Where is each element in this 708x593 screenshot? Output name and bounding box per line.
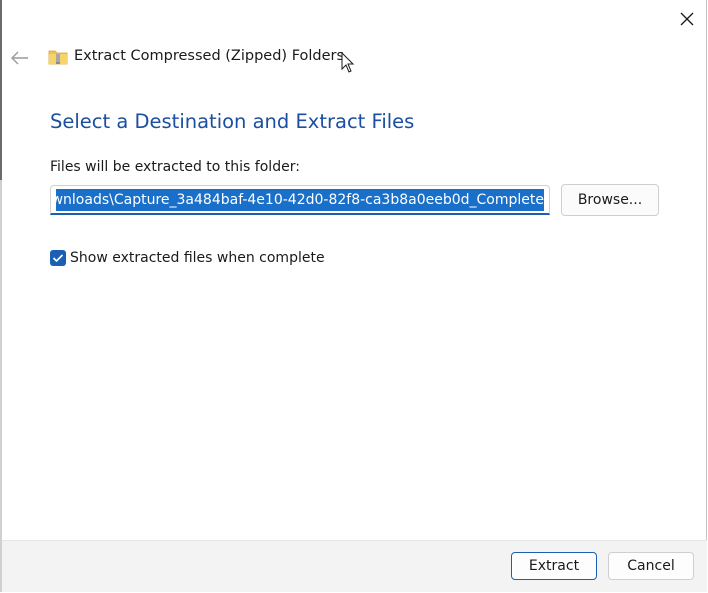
page-heading: Select a Destination and Extract Files: [50, 110, 415, 133]
show-files-checkbox[interactable]: [50, 250, 66, 266]
close-icon: [680, 12, 694, 26]
browse-button[interactable]: Browse...: [561, 184, 659, 216]
destination-path-input[interactable]: Downloads\Capture_3a484baf-4e10-42d0-82f…: [50, 185, 550, 215]
back-arrow-icon: [11, 51, 28, 65]
destination-label: Files will be extracted to this folder:: [50, 159, 300, 175]
dialog-footer: [2, 540, 707, 592]
close-button[interactable]: [672, 4, 702, 34]
extract-dialog-window: Extract Compressed (Zipped) Folders Sele…: [0, 0, 707, 592]
selected-path-text: Downloads\Capture_3a484baf-4e10-42d0-82f…: [56, 189, 544, 211]
checkmark-icon: [52, 254, 64, 263]
dialog-title: Extract Compressed (Zipped) Folders: [74, 48, 345, 64]
window-left-edge-lower: [0, 180, 2, 592]
show-files-label[interactable]: Show extracted files when complete: [70, 250, 325, 266]
extract-button[interactable]: Extract: [511, 552, 597, 580]
zip-folder-icon: [48, 50, 68, 65]
back-button[interactable]: [6, 44, 34, 72]
cancel-button[interactable]: Cancel: [608, 552, 694, 580]
mouse-cursor-icon: [341, 52, 355, 73]
